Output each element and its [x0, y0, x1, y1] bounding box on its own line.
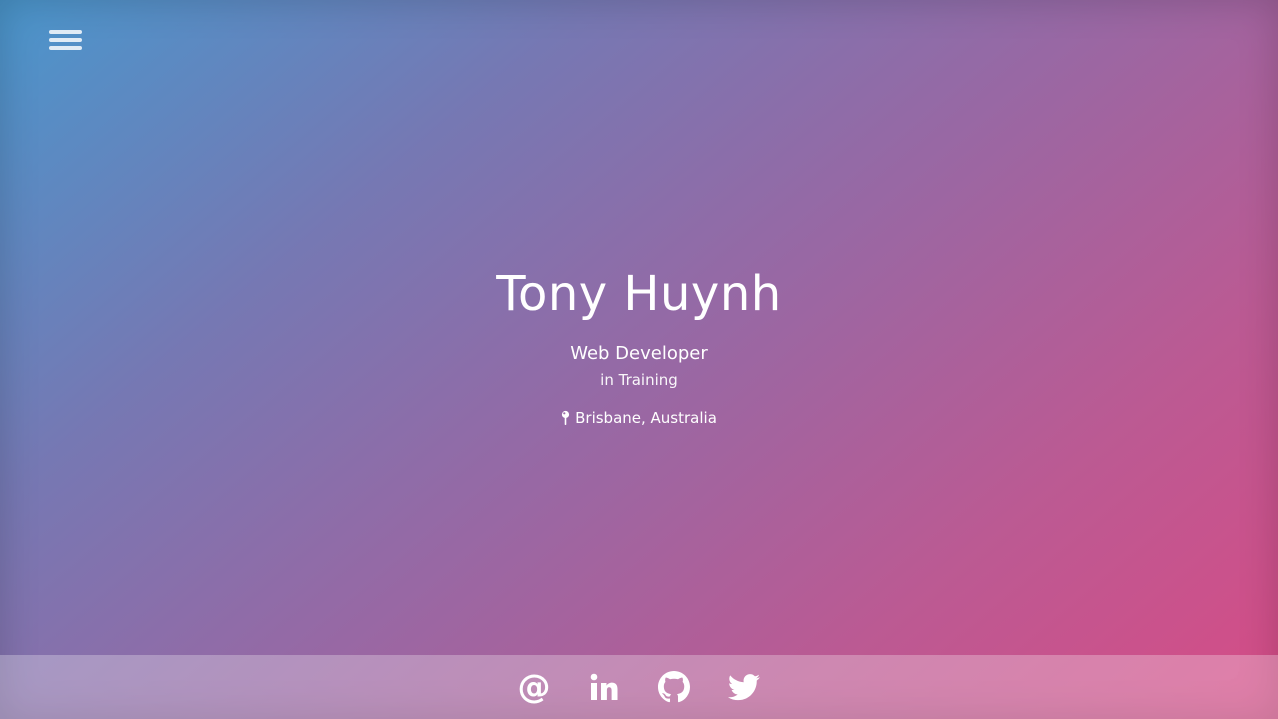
menu-bar-top [49, 30, 82, 34]
twitter-link[interactable] [727, 670, 761, 704]
map-pin-icon [562, 410, 570, 425]
profile-sub-role: in Training [600, 371, 678, 389]
menu-bar-middle [49, 38, 82, 42]
linkedin-icon [590, 673, 618, 700]
github-link[interactable] [657, 670, 691, 704]
email-link[interactable]: @ [517, 670, 551, 704]
github-icon [658, 671, 690, 703]
profile-name: Tony Huynh [496, 266, 782, 322]
social-links-bar: @ [0, 655, 1278, 719]
profile-role: Web Developer [570, 343, 708, 364]
profile-location: Brisbane, Australia [561, 408, 717, 428]
menu-bar-bottom [49, 46, 82, 50]
hamburger-menu-icon[interactable] [49, 27, 82, 52]
at-sign-icon: @ [517, 667, 551, 706]
location-label: Brisbane, Australia [575, 409, 717, 427]
hero-section: Tony Huynh Web Developer in Training Bri… [0, 262, 1278, 430]
linkedin-link[interactable] [587, 670, 621, 704]
twitter-icon [728, 673, 760, 700]
